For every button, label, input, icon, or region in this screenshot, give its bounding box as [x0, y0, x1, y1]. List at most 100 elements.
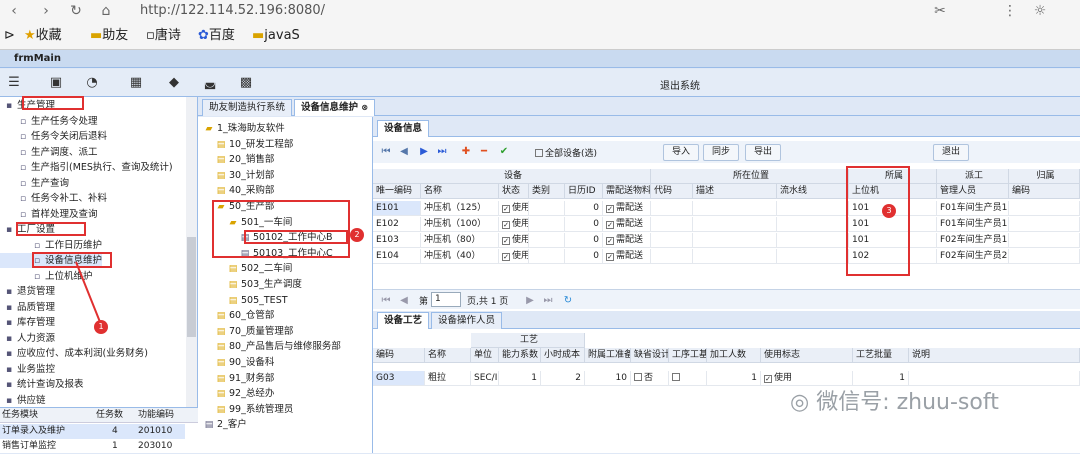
prev-icon[interactable]: ◀	[397, 145, 411, 159]
table-cell[interactable]: F02车间生产员1	[937, 233, 1009, 248]
table-cell[interactable]	[529, 217, 565, 232]
bookmark-java[interactable]: ▬javaS	[252, 25, 300, 47]
checkbox-icon[interactable]: ✓	[502, 237, 510, 245]
table-cell[interactable]: E101	[373, 201, 421, 216]
org-tree-item[interactable]: ▤ 20_销售部	[198, 152, 275, 167]
checkbox-icon[interactable]	[634, 373, 642, 381]
reload-icon[interactable]: ↻	[66, 2, 86, 20]
tab-device[interactable]: 设备信息	[377, 120, 430, 137]
tree-item[interactable]: ▪ 库存管理	[0, 315, 55, 330]
checkbox-icon[interactable]: ✓	[502, 253, 510, 261]
first-page-icon[interactable]: ⏮	[379, 294, 393, 308]
table-cell[interactable]: 2	[541, 371, 585, 386]
table-cell[interactable]: 0	[565, 217, 603, 232]
table-cell[interactable]: 否	[631, 371, 669, 386]
table-cell[interactable]: SEC/I	[471, 371, 499, 386]
table-cell[interactable]	[693, 201, 777, 216]
table-cell[interactable]	[651, 201, 693, 216]
table-cell[interactable]	[1009, 249, 1080, 264]
inbox-icon[interactable]: ◛	[202, 75, 218, 91]
table-cell[interactable]: 1	[499, 371, 541, 386]
logout-link[interactable]: 退出系统	[660, 77, 700, 92]
table-cell[interactable]: F01车间生产员1	[937, 217, 1009, 232]
tab-mes[interactable]: 助友制造执行系统	[202, 99, 293, 116]
table-row[interactable]: 订单录入及维护 4 201010	[0, 424, 185, 439]
table-cell[interactable]	[909, 371, 1080, 386]
checkbox-icon[interactable]: ✓	[606, 253, 614, 261]
checkbox-icon[interactable]: ✓	[606, 221, 614, 229]
table-cell[interactable]: 0	[565, 201, 603, 216]
table-cell[interactable]	[669, 371, 707, 386]
checkbox-icon[interactable]: ✓	[606, 205, 614, 213]
table-cell[interactable]: ✓ 使用	[499, 233, 529, 248]
home-icon[interactable]: ⌂	[96, 2, 116, 20]
tab-device-info[interactable]: 设备信息维护 ⊗	[294, 99, 376, 116]
tab-process[interactable]: 设备工艺	[377, 312, 430, 329]
bookmark-tangshi[interactable]: ▫唐诗	[146, 25, 181, 47]
tree-item[interactable]: ▪ 供应链	[0, 393, 46, 408]
exit-button[interactable]: 退出	[933, 144, 970, 161]
tree-item[interactable]: ▪ 业务监控	[0, 362, 55, 377]
tree-item[interactable]: ▫ 任务令关闭后退料	[0, 129, 107, 144]
tree-item[interactable]: ▪ 应收应付、成本利润(业务财务)	[0, 346, 148, 361]
org-tree-item[interactable]: ▤ 90_设备科	[198, 355, 275, 370]
table-cell[interactable]: ✓ 使用	[499, 201, 529, 216]
refresh-icon[interactable]: ↻	[561, 294, 575, 308]
export-button[interactable]: 导出	[745, 144, 782, 161]
table-cell[interactable]	[777, 249, 849, 264]
table-cell[interactable]: ✓ 使用	[499, 249, 529, 264]
org-tree-item[interactable]: ▤ 503_生产调度	[198, 277, 302, 292]
org-tree-item[interactable]: ▤ 70_质量管理部	[198, 324, 294, 339]
table-cell[interactable]: 0	[565, 233, 603, 248]
import-button[interactable]: 导入	[663, 144, 700, 161]
last-page-icon[interactable]: ⏭	[435, 145, 449, 159]
table-cell[interactable]: ✓ 使用	[499, 217, 529, 232]
table-cell[interactable]: ✓ 需配送	[603, 201, 651, 216]
back-icon[interactable]: ‹	[4, 2, 24, 20]
table-cell[interactable]: 冲压机（100）	[421, 217, 499, 232]
table-cell[interactable]: 1	[707, 371, 761, 386]
table-cell[interactable]	[529, 201, 565, 216]
confirm-icon[interactable]: ✔	[497, 145, 511, 159]
table-cell[interactable]: 冲压机（40）	[421, 249, 499, 264]
close-icon[interactable]: ⊗	[361, 103, 368, 112]
org-tree-item[interactable]: ▤ 505_TEST	[198, 293, 288, 308]
menu-icon[interactable]: ⋮	[1000, 2, 1020, 20]
checkbox-icon[interactable]: ✓	[606, 237, 614, 245]
org-tree-item[interactable]: ▤ 40_采购部	[198, 183, 275, 198]
table-cell[interactable]: 1	[853, 371, 909, 386]
table-cell[interactable]	[529, 249, 565, 264]
table-cell[interactable]	[651, 233, 693, 248]
page-input[interactable]: 1	[431, 292, 461, 307]
org-tree-item[interactable]: ▤ 2_客户	[198, 417, 247, 432]
table-cell[interactable]: E104	[373, 249, 421, 264]
bookmark-zhuyou[interactable]: ▬助友	[90, 25, 128, 47]
table-cell[interactable]	[693, 233, 777, 248]
sync-button[interactable]: 同步	[703, 144, 740, 161]
table-cell[interactable]	[529, 233, 565, 248]
checkbox-icon[interactable]: ✓	[502, 205, 510, 213]
table-cell[interactable]	[693, 217, 777, 232]
org-tree-item[interactable]: ▤ 10_研发工程部	[198, 137, 294, 152]
rss-icon[interactable]: ◔	[84, 75, 100, 91]
next-icon[interactable]: ▶	[417, 145, 431, 159]
forward-icon[interactable]: ›	[36, 2, 56, 20]
table-cell[interactable]: E103	[373, 233, 421, 248]
table-cell[interactable]: ✓ 需配送	[603, 217, 651, 232]
checkbox-icon[interactable]: ✓	[764, 375, 772, 383]
brightness-icon[interactable]: ☼	[1030, 2, 1050, 20]
next-icon[interactable]: ▶	[523, 294, 537, 308]
table-cell[interactable]	[1009, 233, 1080, 248]
table-cell[interactable]	[651, 217, 693, 232]
add-icon[interactable]: ✚	[459, 145, 473, 159]
org-tree-item[interactable]: ▤ 60_仓管部	[198, 308, 275, 323]
tree-item[interactable]: ▪ 人力资源	[0, 331, 55, 346]
checkbox-icon[interactable]: ✓	[502, 221, 510, 229]
table-cell[interactable]: ✓ 需配送	[603, 249, 651, 264]
table-cell[interactable]	[651, 249, 693, 264]
table-row[interactable]: 销售订单监控 1 203010	[0, 439, 185, 454]
last-page-icon[interactable]: ⏭	[541, 294, 555, 308]
table-cell[interactable]: 冲压机（125）	[421, 201, 499, 216]
table-cell[interactable]: 10	[585, 371, 631, 386]
tree-item[interactable]: ▫ 生产指引(MES执行、查询及统计)	[0, 160, 173, 175]
